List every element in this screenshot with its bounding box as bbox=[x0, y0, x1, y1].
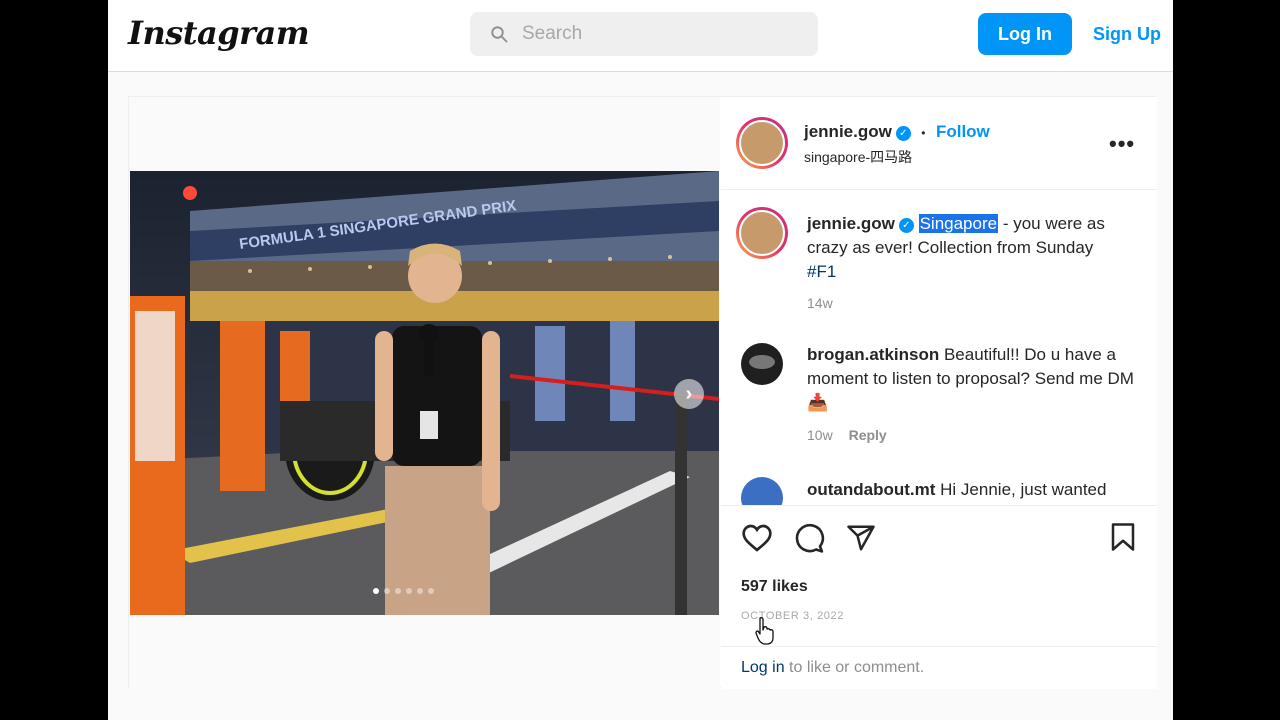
carousel-dot bbox=[384, 588, 390, 594]
browser-viewport: Instagram Log In Sign Up bbox=[108, 0, 1173, 720]
likes-count[interactable]: 597 likes bbox=[741, 578, 808, 596]
bookmark-icon[interactable] bbox=[1109, 522, 1137, 552]
photo-illustration: FORMULA 1 SINGAPORE GRAND PRIX bbox=[130, 171, 719, 615]
post-header: jennie.gow ✓ • Follow singapore-四马路 ••• bbox=[721, 97, 1157, 190]
cursor-icon bbox=[755, 617, 774, 645]
caption-age: 14w bbox=[807, 295, 833, 311]
avatar-photo bbox=[739, 210, 785, 256]
author-line: jennie.gow ✓ • Follow bbox=[804, 122, 990, 142]
caption-mention[interactable]: Singapore bbox=[918, 214, 999, 233]
top-navigation-bar: Instagram Log In Sign Up bbox=[108, 0, 1173, 72]
share-icon[interactable] bbox=[845, 523, 877, 553]
login-button[interactable]: Log In bbox=[978, 13, 1072, 55]
signup-link[interactable]: Sign Up bbox=[1093, 13, 1161, 55]
follow-button[interactable]: Follow bbox=[936, 122, 990, 141]
comment-username[interactable]: outandabout.mt bbox=[807, 480, 935, 499]
more-icon[interactable]: ••• bbox=[1109, 131, 1135, 157]
comment: brogan.atkinson Beautiful!! Do u have a … bbox=[807, 343, 1137, 415]
post-card: FORMULA 1 SINGAPORE GRAND PRIX › jennie.… bbox=[128, 96, 1157, 689]
login-prompt: Log in to like or comment. bbox=[721, 646, 1157, 690]
comment-meta: 10w Reply bbox=[807, 427, 887, 443]
comment-username[interactable]: brogan.atkinson bbox=[807, 345, 939, 364]
carousel-dot bbox=[373, 588, 379, 594]
caption: jennie.gow ✓ Singapore - you were as craz… bbox=[807, 212, 1117, 284]
chevron-right-icon: › bbox=[685, 383, 693, 405]
post-sidebar: jennie.gow ✓ • Follow singapore-四马路 ••• j… bbox=[721, 97, 1157, 689]
avatar-photo bbox=[749, 355, 775, 369]
heart-icon[interactable] bbox=[741, 523, 773, 553]
login-prompt-text: to like or comment. bbox=[784, 659, 925, 676]
verified-icon: ✓ bbox=[898, 218, 914, 233]
login-link[interactable]: Log in bbox=[741, 659, 785, 676]
search-icon bbox=[491, 26, 508, 43]
post-location[interactable]: singapore-四马路 bbox=[804, 147, 912, 167]
verified-icon: ✓ bbox=[895, 126, 911, 141]
post-photo[interactable]: FORMULA 1 SINGAPORE GRAND PRIX › bbox=[130, 171, 719, 615]
comment-text: Hi Jennie, just wanted bbox=[935, 480, 1107, 499]
carousel-dot bbox=[428, 588, 434, 594]
post-media-area: FORMULA 1 SINGAPORE GRAND PRIX › bbox=[129, 97, 720, 689]
next-photo-button[interactable]: › bbox=[674, 379, 704, 409]
commenter-avatar[interactable] bbox=[741, 343, 783, 385]
carousel-dot bbox=[417, 588, 423, 594]
comment: outandabout.mt Hi Jennie, just wanted bbox=[807, 478, 1137, 502]
carousel-dots bbox=[373, 588, 434, 594]
author-avatar[interactable] bbox=[736, 117, 788, 169]
avatar-photo bbox=[739, 120, 785, 166]
reply-button[interactable]: Reply bbox=[849, 427, 887, 443]
carousel-dot bbox=[406, 588, 412, 594]
author-username[interactable]: jennie.gow bbox=[804, 122, 892, 141]
post-actions: 597 likes OCTOBER 3, 2022 Log in to like… bbox=[721, 505, 1157, 689]
carousel-dot bbox=[395, 588, 401, 594]
separator-dot: • bbox=[921, 126, 926, 140]
search-box[interactable] bbox=[470, 12, 818, 56]
comment-icon[interactable] bbox=[793, 523, 825, 554]
comment-age: 10w bbox=[807, 427, 833, 443]
caption-hashtag[interactable]: #F1 bbox=[807, 262, 836, 281]
search-input[interactable] bbox=[522, 12, 802, 56]
caption-username[interactable]: jennie.gow bbox=[807, 214, 895, 233]
caption-avatar[interactable] bbox=[736, 207, 788, 259]
instagram-logo[interactable]: Instagram bbox=[128, 14, 310, 52]
